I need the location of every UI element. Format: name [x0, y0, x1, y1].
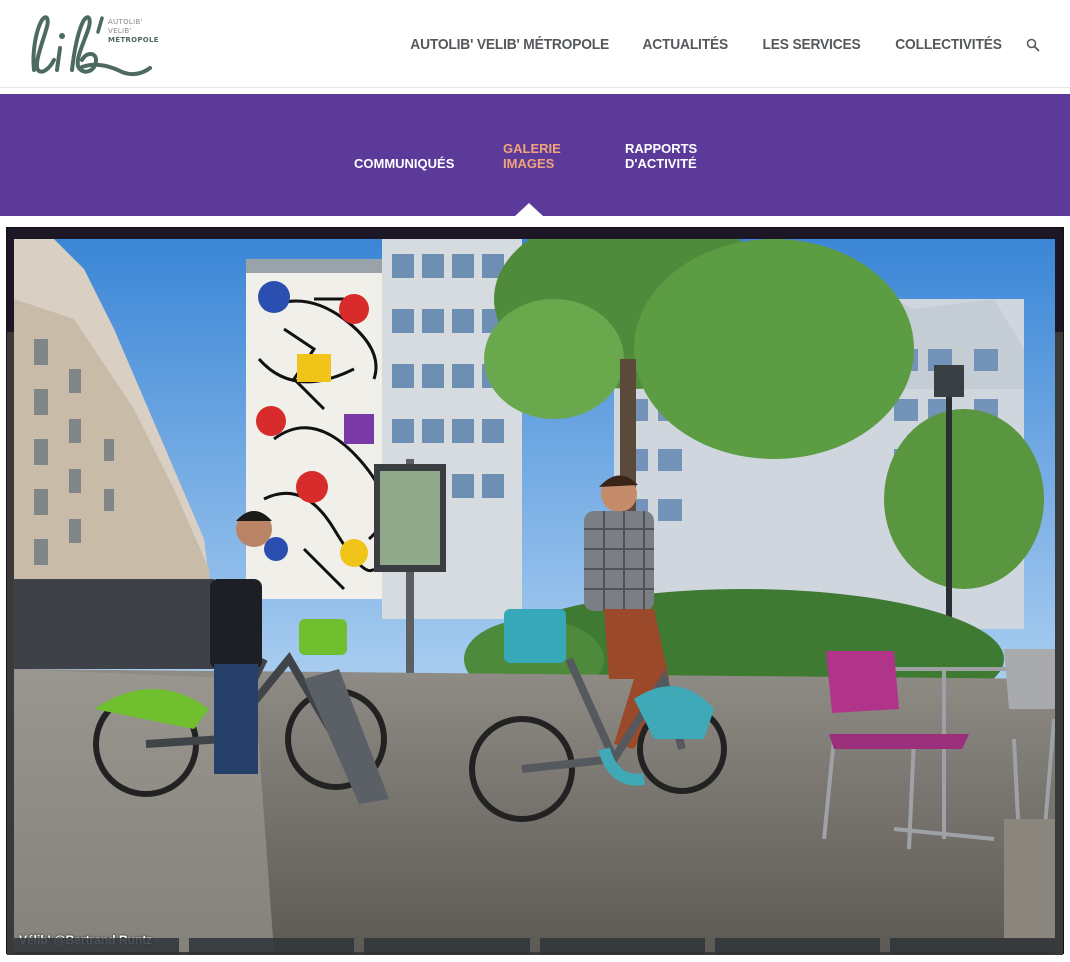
thumbnail[interactable]	[14, 938, 180, 954]
thumbnail[interactable]	[364, 938, 530, 954]
thumbnail[interactable]	[189, 938, 355, 954]
thumbnail-strip	[14, 938, 1056, 954]
thumbnail[interactable]	[539, 938, 705, 954]
thumbnail[interactable]	[714, 938, 880, 954]
tab-galerie-images[interactable]: GALERIE IMAGES	[503, 141, 561, 171]
logo-line-metropole: MÉTROPOLE	[108, 36, 159, 44]
nav-item-collectivites[interactable]: COLLECTIVITÉS	[896, 36, 1003, 53]
main-nav: AUTOLIB' VELIB' MÉTROPOLE ACTUALITÉS LES…	[367, 36, 1040, 53]
tab-communiques[interactable]: COMMUNIQUÉS	[354, 156, 454, 171]
search-icon[interactable]	[1026, 38, 1040, 52]
tab-rapports-line1: RAPPORTS	[625, 141, 698, 156]
tab-rapports-line2: D'ACTIVITÉ	[625, 156, 697, 171]
tab-galerie-line1: GALERIE	[503, 141, 561, 156]
tab-galerie-line2: IMAGES	[503, 156, 555, 171]
site-header: AUTOLIB' VELIB' MÉTROPOLE AUTOLIB' VELIB…	[0, 0, 1070, 88]
logo-line-autolib: AUTOLIB'	[108, 18, 143, 26]
photo-illustration	[14, 239, 1055, 952]
thumbnail[interactable]	[889, 938, 1056, 954]
tab-rapports-activite[interactable]: RAPPORTS D'ACTIVITÉ	[625, 141, 697, 171]
sub-navigation: COMMUNIQUÉS GALERIE IMAGES RAPPORTS D'AC…	[0, 94, 1070, 216]
nav-item-les-services[interactable]: LES SERVICES	[762, 36, 860, 53]
logo-line-velib: VELIB'	[108, 27, 132, 35]
gallery-photo[interactable]	[14, 239, 1055, 952]
tab-communiques-label: COMMUNIQUÉS	[354, 156, 455, 171]
nav-item-autolib-velib-metropole[interactable]: AUTOLIB' VELIB' MÉTROPOLE	[410, 36, 609, 53]
site-logo[interactable]: AUTOLIB' VELIB' MÉTROPOLE	[24, 12, 159, 78]
active-tab-indicator	[515, 203, 543, 216]
nav-item-actualites[interactable]: ACTUALITÉS	[642, 36, 728, 53]
